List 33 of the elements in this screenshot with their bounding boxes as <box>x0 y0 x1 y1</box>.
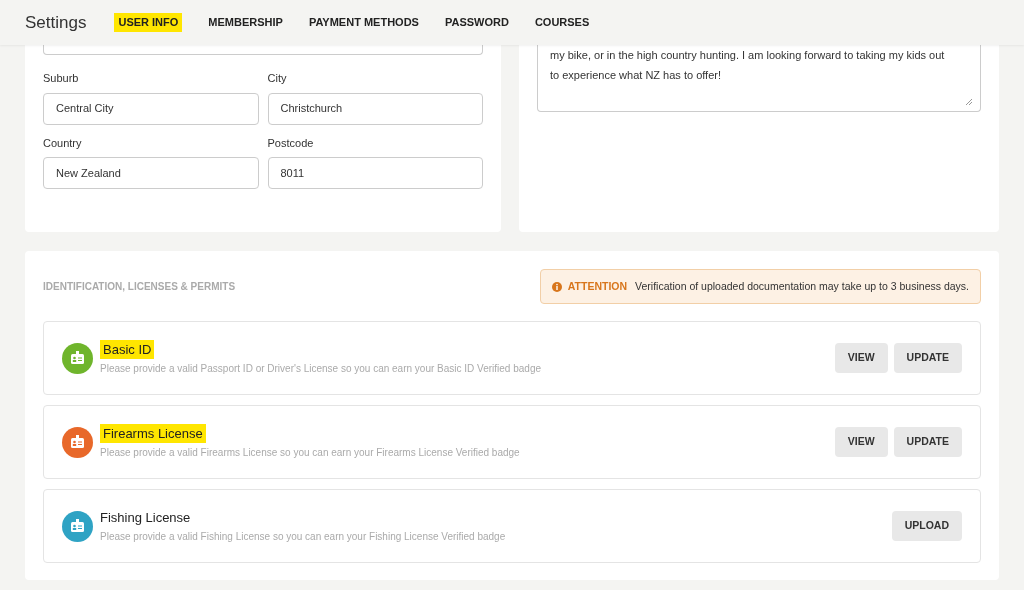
field-label: Suburb <box>43 71 80 86</box>
input-field[interactable] <box>43 45 483 55</box>
document-title: Firearms License <box>100 423 206 444</box>
field-label: City <box>267 71 288 86</box>
field-label: Country <box>43 135 83 151</box>
text-area[interactable]: my bike, or in the high country hunting. I am looking forward to taking my kids out to experience what NZ has to offer! <box>537 45 981 112</box>
nav-tab[interactable]: USER INFO <box>114 13 183 32</box>
input-field[interactable]: Central City <box>43 92 259 125</box>
document-description: Please provide a valid Fishing License so you can earn your Fishing License Verified badge <box>100 530 506 545</box>
document-description: Please provide a valid Firearms License so you can earn your Firearms License Verified badge <box>100 446 520 461</box>
nav-tab[interactable]: MEMBERSHIP <box>208 13 283 32</box>
page-title: Settings <box>25 11 87 34</box>
action-button[interactable]: UPDATE <box>893 427 962 457</box>
field-label: Postcode <box>267 135 315 151</box>
attention-text: Verification of uploaded documentation may take up to 3 business days. <box>635 278 969 294</box>
action-button[interactable]: UPLOAD <box>891 511 962 541</box>
section-title: IDENTIFICATION, LICENSES & PERMITS <box>43 280 236 294</box>
input-field[interactable]: New Zealand <box>43 157 259 189</box>
action-button[interactable]: VIEW <box>834 343 888 373</box>
attention-label: ATTENTION <box>567 278 628 294</box>
action-button[interactable]: VIEW <box>834 427 888 457</box>
input-field[interactable]: 8011 <box>267 157 483 189</box>
nav-tab[interactable]: PASSWORD <box>444 13 509 32</box>
bio-text: my bike, or in the high country hunting. I am looking forward to taking my kids out to experience what NZ has to offer! <box>550 48 946 83</box>
nav-tab[interactable]: COURSES <box>534 13 590 32</box>
nav-tab[interactable]: PAYMENT METHODS <box>308 13 419 32</box>
resize-handle-icon <box>965 98 972 105</box>
info-icon <box>551 281 562 292</box>
document-title: Fishing License <box>100 508 191 527</box>
action-button[interactable]: UPDATE <box>893 343 962 373</box>
document-title: Basic ID <box>100 339 155 360</box>
document-description: Please provide a valid Passport ID or Driver's License so you can earn your Basic ID Verified badge <box>100 362 542 377</box>
input-field[interactable]: Christchurch <box>267 92 483 125</box>
